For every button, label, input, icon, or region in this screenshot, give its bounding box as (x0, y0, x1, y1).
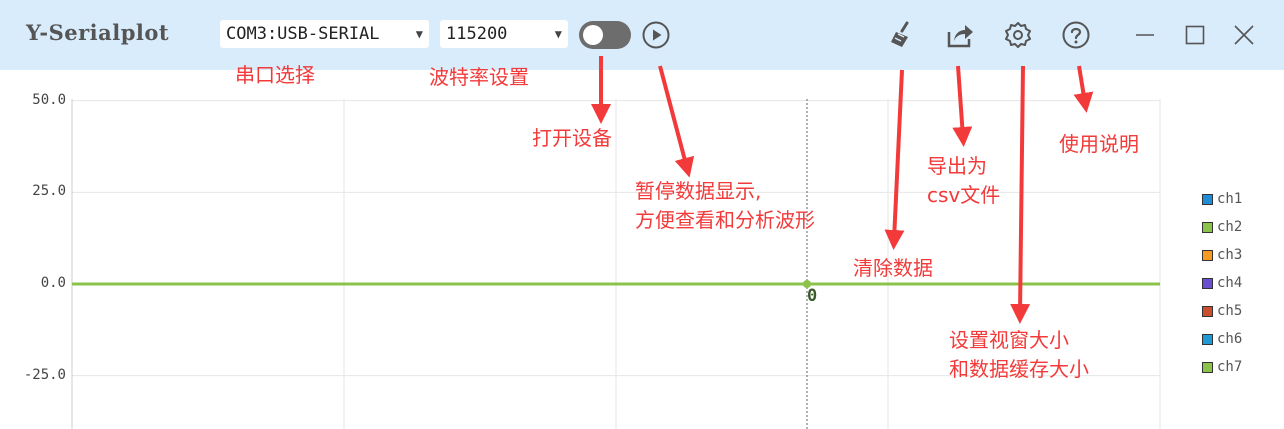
annotation-export: 导出为 csv文件 (927, 152, 1000, 210)
port-select-value: COM3:USB-SERIAL (226, 24, 380, 44)
baud-select[interactable]: 115200 ▼ (440, 20, 568, 48)
legend-item-ch7[interactable]: ch7 (1202, 353, 1242, 381)
annotation-settings-line1: 设置视窗大小 (949, 328, 1069, 352)
legend-item-ch5[interactable]: ch5 (1202, 297, 1242, 325)
legend: ch1 ch2 ch3 ch4 ch5 ch6 ch7 (1202, 185, 1242, 381)
chevron-down-icon: ▼ (415, 27, 423, 41)
title-bar: Y-Serialplot COM3:USB-SERIAL ▼ 115200 ▼ (0, 0, 1284, 70)
clear-button[interactable] (885, 18, 919, 52)
toggle-knob (583, 25, 603, 45)
annotation-export-line2: csv文件 (927, 183, 1001, 207)
minimize-icon (1136, 34, 1154, 36)
port-select[interactable]: COM3:USB-SERIAL ▼ (220, 20, 429, 48)
close-icon (1234, 25, 1254, 45)
legend-item-ch6[interactable]: ch6 (1202, 325, 1242, 353)
annotation-settings: 设置视窗大小 和数据缓存大小 (949, 326, 1089, 384)
legend-item-ch3[interactable]: ch3 (1202, 241, 1242, 269)
legend-item-ch4[interactable]: ch4 (1202, 269, 1242, 297)
legend-swatch (1202, 193, 1213, 205)
legend-item-ch1[interactable]: ch1 (1202, 185, 1242, 213)
cursor-value: 0 (807, 286, 818, 306)
play-button[interactable] (639, 18, 673, 52)
share-icon (947, 25, 973, 48)
annotation-help: 使用说明 (1059, 132, 1139, 156)
maximize-button[interactable] (1178, 18, 1212, 52)
legend-swatch (1202, 249, 1213, 261)
legend-label: ch5 (1217, 303, 1243, 319)
annotation-clear: 清除数据 (853, 256, 933, 280)
legend-label: ch3 (1217, 247, 1243, 263)
legend-swatch (1202, 277, 1213, 289)
annotation-pause-line2: 方便查看和分析波形 (635, 208, 815, 232)
help-circle-icon (1062, 21, 1090, 49)
y-tick-label: 0.0 (40, 275, 66, 291)
baud-select-value: 115200 (446, 24, 508, 44)
gear-icon (1005, 22, 1031, 48)
legend-label: ch6 (1217, 331, 1243, 347)
close-button[interactable] (1227, 18, 1261, 52)
app-title: Y-Serialplot (26, 20, 170, 45)
settings-button[interactable] (1001, 18, 1035, 52)
annotation-pause-line1: 暂停数据显示, (635, 179, 762, 203)
export-button[interactable] (943, 18, 977, 52)
annotation-pause: 暂停数据显示, 方便查看和分析波形 (635, 177, 815, 235)
annotation-export-line1: 导出为 (927, 154, 987, 178)
chevron-down-icon: ▼ (554, 27, 562, 41)
legend-item-ch2[interactable]: ch2 (1202, 213, 1242, 241)
legend-label: ch2 (1217, 219, 1243, 235)
broom-icon (891, 21, 909, 47)
legend-swatch (1202, 221, 1213, 233)
help-button[interactable] (1059, 18, 1093, 52)
play-circle-icon (642, 21, 670, 49)
legend-swatch (1202, 333, 1213, 345)
device-toggle[interactable] (579, 21, 631, 49)
y-tick-label: 50.0 (32, 91, 66, 108)
legend-swatch (1202, 305, 1213, 317)
annotation-port-select: 串口选择 (235, 63, 315, 87)
y-tick-label: -25.0 (23, 366, 66, 383)
annotation-open-device: 打开设备 (532, 126, 612, 150)
annotation-settings-line2: 和数据缓存大小 (949, 357, 1089, 381)
annotation-baud-set: 波特率设置 (429, 65, 529, 89)
minimize-button[interactable] (1128, 18, 1162, 52)
legend-label: ch1 (1217, 191, 1243, 207)
y-tick-label: 25.0 (32, 183, 66, 200)
legend-swatch (1202, 361, 1213, 373)
legend-label: ch4 (1217, 275, 1243, 291)
maximize-icon (1185, 25, 1205, 45)
legend-label: ch7 (1217, 359, 1243, 375)
